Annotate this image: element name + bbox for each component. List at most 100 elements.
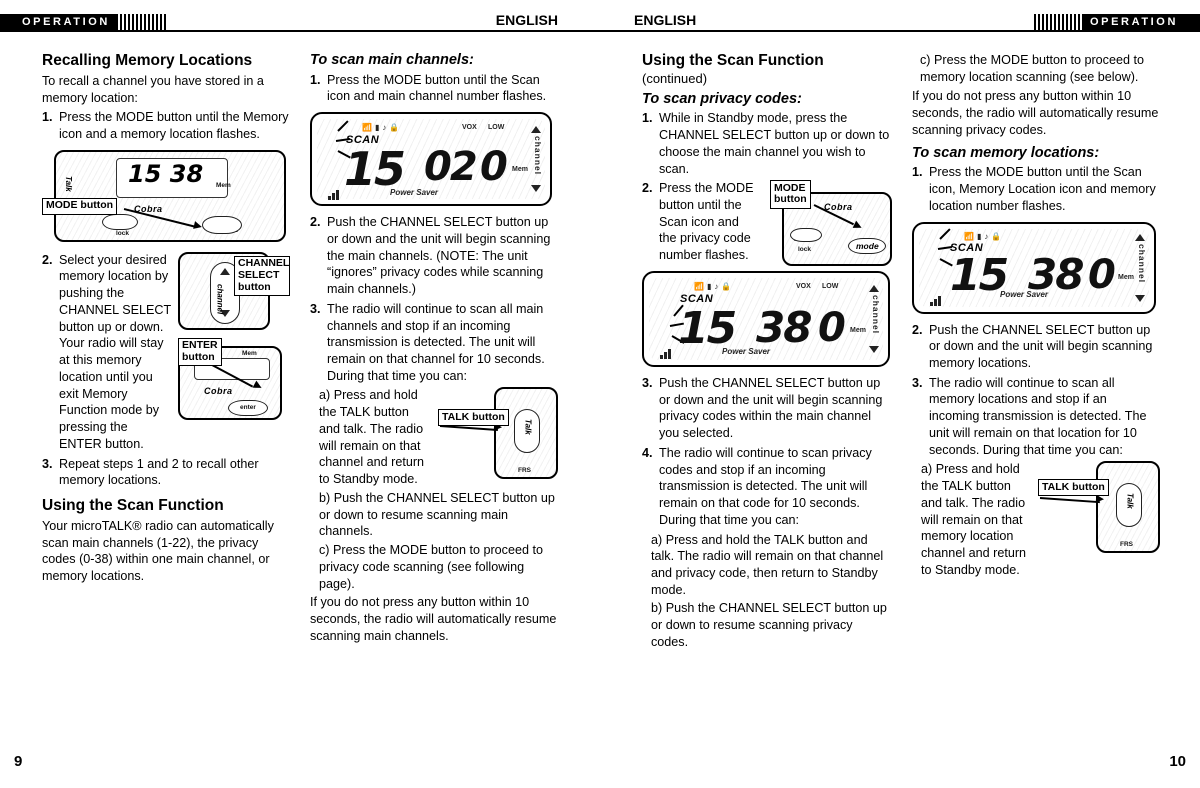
heading-text: Using the Scan Function [642,52,824,69]
lcd-vox-label: VOX [462,124,477,132]
list-item: 2. Push the CHANNEL SELECT button up or … [310,214,558,298]
callout-enter-button: ENTER button [178,337,222,367]
lcd-privacy-code-suffix: 0 [818,304,846,351]
lcd-power-saver-label: Power Saver [1000,289,1049,299]
substep-text-a: a) Press and hold the TALK button and ta… [921,462,1027,577]
chevron-down-icon [869,345,879,353]
lcd-privacy-code-number: 38 [756,302,812,352]
call-icon: ♪ [714,281,719,291]
callout-arrowhead [1095,495,1105,504]
right-page-header: OPERATION ENGLISH [600,0,1200,30]
recall-step-2-list: 2. channel CHANNEL SELECT button Mem Cob… [42,251,290,489]
signal-bars-icon [328,188,339,201]
page-number-left: 9 [14,753,23,770]
signal-bars-icon [660,347,671,359]
recall-steps-list: 1. Press the MODE button until the Memor… [42,109,290,142]
figure-lcd-scan-memory-location: 📶 ▮ ♪ 🔒 SCAN 15 38 0 Mem Power Saver cha… [912,221,1156,314]
list-item: 1. Press the MODE button until the Scan … [912,164,1160,214]
talk-button-label: Talk [1125,493,1135,510]
subheading-to-scan-privacy-codes: To scan privacy codes: [642,90,802,107]
list-item: c) Press the MODE button to proceed to p… [319,542,558,592]
list-item: Talk FRS TALK button a) Press and hold t… [921,461,1160,578]
lcd-power-saver-label: Power Saver [390,188,439,198]
step-text: Press the MODE button until the Scan ico… [659,181,754,263]
figure-lcd-scan-privacy-code: 📶 ▮ ♪ 🔒 VOX LOW SCAN 15 38 0 Mem Power S… [642,270,890,367]
list-item: b) Push the CHANNEL SELECT button up or … [319,490,558,540]
list-item: Talk FRS TALK button a) Press and hold t… [319,387,558,487]
talk-button-label: Talk [523,419,533,436]
lcd-icon-row: 📶 ▮ ♪ 🔒 [964,232,1001,241]
chevron-up-icon [869,284,879,292]
list-item: 3. The radio will continue to scan all m… [310,301,558,385]
callout-talk-button: TALK button [1038,479,1109,497]
scan-memory-steps-list: 1. Press the MODE button until the Scan … [912,164,1160,214]
antenna-icon: 📶 [964,231,974,241]
radio-lock-label: lock [116,229,130,237]
chevron-down-icon [1135,294,1145,302]
callout-leader-line [1039,497,1100,504]
lcd-privacy-code-number: 02 [424,144,478,191]
step-text: Push the CHANNEL SELECT button up or dow… [929,322,1153,371]
heading-continued-label: (continued) [642,70,708,86]
list-item: 2. Push the CHANNEL SELECT button up or … [912,322,1160,372]
hi-lo-button-shape [790,228,822,243]
radio-talk-side-label: Talk [64,175,73,192]
list-item: 2. channel CHANNEL SELECT button Mem Cob… [42,251,290,453]
paragraph-scan-intro: Your microTALK® radio can automatically … [42,518,274,584]
heading-using-scan-function-continued: Using the Scan Function (continued) [642,52,892,88]
step-number: 2. [642,181,653,196]
hi-lo-button-shape [102,213,138,230]
left-column-1: Recalling Memory Locations To recall a c… [42,52,290,588]
radio-lock-label: lock [798,246,812,254]
step-text: Press the MODE button until the Scan ico… [929,165,1156,213]
lock-icon: 🔒 [991,231,1002,241]
list-item: 3. Repeat steps 1 and 2 to recall other … [42,456,290,489]
step-number: 2. [912,322,923,337]
lcd-mem-label: Mem [512,166,528,174]
header-language-label: ENGLISH [495,12,558,28]
radio-illustration: 15 38 Mem Cobra Hi/Lo lock mode Talk [54,149,286,242]
chevron-up-icon [1135,233,1145,241]
chevron-down-icon [531,185,541,193]
list-item: 1. Press the MODE button until the Scan … [310,72,558,105]
scan-main-substeps: Talk FRS TALK button a) Press and hold t… [310,387,558,592]
header-gradient-decoration [1034,14,1080,30]
header-rule-left [0,30,600,32]
scan-privacy-substep-c-wrap: c) Press the MODE button to proceed to m… [912,52,1160,85]
lcd-channel-label: channel [871,294,881,335]
substep-text-c: c) Press the MODE button to proceed to p… [319,543,543,591]
heading-recalling-memory-locations: Recalling Memory Locations [42,52,253,69]
radio-brand-logo: Cobra [204,385,233,396]
list-item: c) Press the MODE button to proceed to m… [920,52,1160,85]
page-left: OPERATION ENGLISH Recalling Memory Locat… [0,0,600,788]
intro-recall: To recall a channel you have stored in a… [42,73,264,105]
enter-button-label: enter [240,403,256,411]
radio-talk-illustration: Talk FRS [1096,461,1160,554]
scan-privacy-steps-list-2: 3. Push the CHANNEL SELECT button up or … [642,375,892,529]
lock-icon: 🔒 [389,123,400,133]
scan-privacy-steps-list: 1. While in Standby mode, press the CHAN… [642,110,892,267]
lcd-vox-label: VOX [796,282,811,290]
antenna-icon: 📶 [362,123,372,133]
chevron-up-icon [220,267,230,275]
right-column-1: Using the Scan Function (continued) To s… [642,52,892,653]
scan-main-steps-list: 1. Press the MODE button until the Scan … [310,72,558,105]
list-item: 3. Push the CHANNEL SELECT button up or … [642,375,892,442]
callout-mode-button: MODE button [42,197,118,215]
callout-talk-button: TALK button [438,409,509,427]
lcd-mem-label: Mem [216,181,231,189]
scan-privacy-substeps: a) Press and hold the TALK button and ta… [642,532,892,651]
subheading-to-scan-main-channels: To scan main channels: [310,52,474,68]
chevron-up-icon [531,126,541,134]
substep-text-b: b) Push the CHANNEL SELECT button up or … [319,490,555,539]
list-item: 3. The radio will continue to scan all m… [912,375,1160,459]
list-item: b) Push the CHANNEL SELECT button up or … [651,600,892,650]
step-text: Push the CHANNEL SELECT button up or dow… [327,215,551,297]
figure-talk-button: Talk FRS TALK button [438,387,558,483]
scan-memory-steps-list-2: 2. Push the CHANNEL SELECT button up or … [912,322,1160,459]
step-number: 3. [642,375,653,390]
scan-main-steps-list-2: 2. Push the CHANNEL SELECT button up or … [310,214,558,384]
step-number: 2. [310,215,321,230]
figure-mode-button-right: Cobra Hi/Lo lock mode MODE button [764,180,892,267]
scan-memory-substeps: Talk FRS TALK button a) Press and hold t… [912,461,1160,578]
